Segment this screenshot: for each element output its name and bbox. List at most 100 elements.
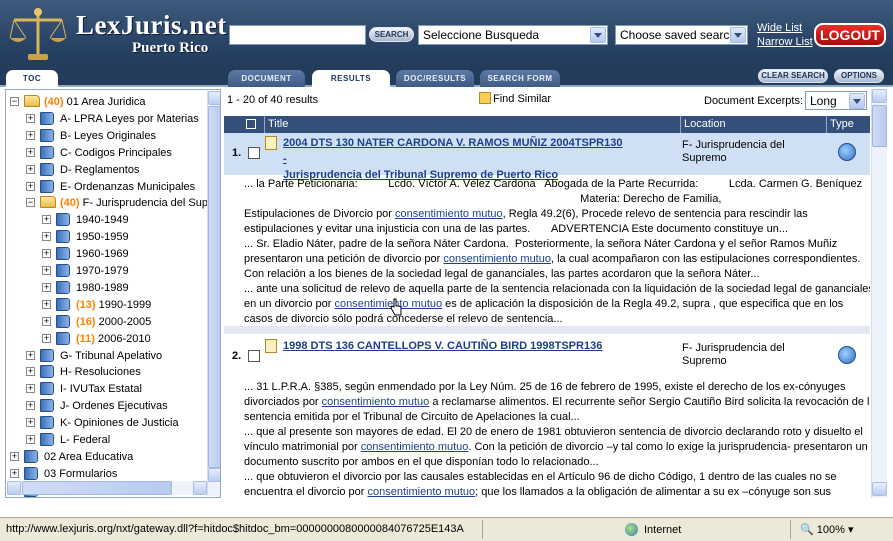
chevron-down-icon[interactable] [590,27,606,43]
toc-item-label[interactable]: (16) 2000-2005 [76,314,151,330]
toc-item[interactable]: 1960-1969 [6,246,206,262]
clear-search-button[interactable]: CLEAR SEARCH [758,69,828,83]
expand-icon[interactable] [42,266,51,275]
results-scroll-thumb[interactable] [872,105,887,147]
toc-item[interactable]: 03 Formularios [6,466,206,482]
chevron-down-icon[interactable] [730,27,746,43]
result-title-link[interactable]: 1998 DTS 136 CANTELLOPS V. CAUTIÑO BIRD … [283,338,628,354]
toc-item-label[interactable]: 03 Formularios [44,466,117,482]
toc-item-label[interactable]: (13) 1990-1999 [76,297,151,313]
expand-icon[interactable] [42,316,51,326]
toc-vertical-scrollbar[interactable] [207,91,220,496]
results-vertical-scrollbar[interactable] [871,89,887,498]
tab-document[interactable]: DOCUMENT [228,70,305,87]
select-all-icon[interactable] [246,119,256,129]
expand-icon[interactable] [42,249,51,259]
tab-toc[interactable]: TOC [6,70,58,87]
toc-item[interactable]: (16) 2000-2005 [6,314,206,330]
result-title-link[interactable]: 2004 DTS 130 NATER CARDONA V. RAMOS MUÑI… [283,135,628,183]
narrow-list-link[interactable]: Narrow List [757,36,813,48]
tab-results[interactable]: RESULTS [312,70,390,87]
tab-search-form[interactable]: SEARCH FORM [480,70,560,87]
scroll-left-icon[interactable] [7,481,21,495]
collapse-icon[interactable] [26,198,35,208]
toc-item[interactable]: 1980-1989 [6,280,206,296]
expand-icon[interactable] [26,401,35,411]
expand-icon[interactable] [42,282,51,292]
busqueda-select[interactable]: Seleccione Busqueda [418,25,608,45]
toc-item-label[interactable]: A- LPRA Leyes por Materias [60,111,199,127]
column-title[interactable]: Title [264,116,680,133]
expand-icon[interactable] [26,130,35,140]
toc-hscroll-thumb[interactable] [22,481,172,495]
expand-icon[interactable] [26,147,35,157]
toc-item-label[interactable]: G- Tribunal Apelativo [60,348,162,364]
excerpts-select[interactable]: Long [805,91,867,110]
expand-icon[interactable] [26,435,35,444]
expand-icon[interactable] [26,384,35,394]
toc-item-label[interactable]: B- Leyes Originales [60,128,156,144]
toc-item-label[interactable]: 1970-1979 [76,263,129,279]
expand-icon[interactable] [42,299,51,309]
toc-item-label[interactable]: (40) F- Jurisprudencia del Sup [60,195,208,211]
toc-item-label[interactable]: 1980-1989 [76,280,129,296]
column-type[interactable]: Type [826,116,870,133]
toc-item[interactable]: (11) 2006-2010 [6,331,206,347]
zoom-control[interactable]: 🔍 100% ▾ [800,523,853,536]
search-input[interactable] [229,25,366,45]
scroll-right-icon[interactable] [193,481,207,495]
toc-item-label[interactable]: C- Codigos Principales [60,145,172,161]
expand-icon[interactable] [10,451,19,461]
search-hit-link[interactable]: consentimiento mutuo [322,396,430,408]
tab-doc-results[interactable]: DOC/RESULTS [396,70,474,87]
toc-item[interactable]: I- IVUTax Estatal [6,381,206,397]
toc-item-label[interactable]: 1950-1959 [76,229,129,245]
toc-item[interactable]: 1950-1959 [6,229,206,245]
search-hit-link[interactable]: consentimiento mutuo [368,486,476,498]
toc-item[interactable]: (13) 1990-1999 [6,297,206,313]
search-hit-link[interactable]: consentimiento mutuo [361,441,469,453]
options-button[interactable]: OPTIONS [834,69,884,83]
toc-item-label[interactable]: 02 Area Educativa [44,449,133,465]
toc-item-label[interactable]: E- Ordenanzas Municipales [60,179,195,195]
toc-item-label[interactable]: I- IVUTax Estatal [60,381,142,397]
scroll-down-icon[interactable] [872,482,887,496]
toc-item-label[interactable]: H- Resoluciones [60,364,141,380]
toc-item[interactable]: G- Tribunal Apelativo [6,348,206,364]
search-hit-link[interactable]: consentimiento mutuo [395,208,503,220]
toc-item[interactable]: K- Opiniones de Justicia [6,415,206,431]
toc-item[interactable]: H- Resoluciones [6,364,206,380]
toc-item-label[interactable]: J- Ordenes Ejecutivas [60,398,168,414]
expand-icon[interactable] [26,350,35,360]
toc-item[interactable]: 02 Area Educativa [6,449,206,465]
expand-icon[interactable] [26,164,35,174]
expand-icon[interactable] [26,367,35,377]
toc-item[interactable]: B- Leyes Originales [6,128,206,144]
toc-item[interactable]: (40) 01 Area Juridica [6,94,206,110]
expand-icon[interactable] [26,418,35,428]
toc-item[interactable]: D- Reglamentos [6,162,206,178]
select-all-header[interactable] [242,116,264,133]
saved-search-select[interactable]: Choose saved search [615,25,748,45]
expand-icon[interactable] [42,333,51,343]
toc-scroll-thumb[interactable] [208,106,220,468]
chevron-down-icon[interactable] [849,93,865,109]
expand-icon[interactable] [26,113,35,123]
toc-item[interactable]: 1970-1979 [6,263,206,279]
toc-item-label[interactable]: 1940-1949 [76,212,129,228]
collapse-icon[interactable] [10,97,19,106]
expand-icon[interactable] [42,232,51,242]
toc-item-label[interactable]: K- Opiniones de Justicia [60,415,179,431]
toc-item-label[interactable]: D- Reglamentos [60,162,139,178]
toc-item-label[interactable]: (11) 2006-2010 [76,331,151,347]
expand-icon[interactable] [26,181,35,191]
search-hit-link[interactable]: consentimiento mutuo [443,253,551,265]
scroll-up-icon[interactable] [872,89,887,103]
scroll-up-icon[interactable] [208,91,220,105]
toc-item[interactable]: C- Codigos Principales [6,145,206,161]
toc-item[interactable]: L- Federal [6,432,206,448]
toc-item[interactable]: E- Ordenanzas Municipales [6,179,206,195]
toc-item[interactable]: (40) F- Jurisprudencia del Sup [6,195,208,211]
expand-icon[interactable] [42,215,51,225]
toc-item-label[interactable]: (40) 01 Area Juridica [44,94,146,110]
